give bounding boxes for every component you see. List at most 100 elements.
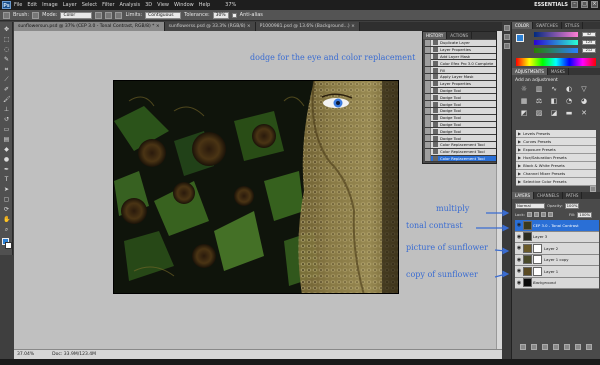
tab-paths[interactable]: PATHS bbox=[563, 192, 583, 199]
adjustment-preset-item[interactable]: ▶ Selective Color Presets bbox=[516, 178, 596, 186]
layer-row[interactable]: ◉ Layer 1 copy bbox=[515, 254, 599, 266]
layer-name[interactable]: Layer 2 bbox=[544, 246, 558, 251]
history-brush-source-icon[interactable] bbox=[425, 121, 431, 128]
menu-image[interactable]: Image bbox=[42, 2, 58, 8]
link-layers-icon[interactable] bbox=[520, 344, 526, 350]
history-brush-source-icon[interactable] bbox=[425, 73, 431, 80]
layer-name[interactable]: Background bbox=[533, 280, 556, 285]
color-balance-icon[interactable]: ⚖ bbox=[535, 97, 543, 105]
history-brush-source-icon[interactable] bbox=[425, 135, 431, 142]
history-state[interactable]: Color Replacement Tool bbox=[425, 141, 496, 149]
brush-tool-icon[interactable]: 🖌 bbox=[3, 96, 11, 103]
layer-thumbnail[interactable] bbox=[523, 255, 532, 265]
hand-tool-icon[interactable]: ✋ bbox=[3, 216, 10, 223]
history-brush-source-icon[interactable] bbox=[425, 60, 431, 67]
layer-name[interactable]: Layer 3 bbox=[533, 234, 547, 239]
eraser-tool-icon[interactable]: ▭ bbox=[3, 126, 10, 133]
history-state[interactable]: Color Efex Pro 3.0 Complete bbox=[425, 60, 496, 68]
history-brush-source-icon[interactable] bbox=[425, 46, 431, 53]
history-brush-source-icon[interactable] bbox=[425, 155, 431, 162]
expand-triangle-icon[interactable]: ▶ bbox=[518, 155, 521, 160]
quick-select-tool-icon[interactable]: ✎ bbox=[3, 56, 10, 63]
photo-filter-icon[interactable]: ◔ bbox=[565, 97, 573, 105]
menu-filter[interactable]: Filter bbox=[102, 2, 114, 8]
history-brush-tool-icon[interactable]: ↺ bbox=[3, 116, 10, 123]
layer-thumbnail[interactable] bbox=[523, 220, 532, 230]
history-brush-source-icon[interactable] bbox=[425, 80, 431, 87]
crop-tool-icon[interactable]: ⌗ bbox=[3, 66, 10, 73]
history-state[interactable]: Apply Layer Mask bbox=[425, 73, 496, 81]
expand-triangle-icon[interactable]: ▶ bbox=[518, 171, 521, 176]
expand-triangle-icon[interactable]: ▶ bbox=[518, 147, 521, 152]
expand-triangle-icon[interactable]: ▶ bbox=[518, 139, 521, 144]
path-select-tool-icon[interactable]: ➤ bbox=[3, 186, 10, 193]
workspace-switcher[interactable]: ESSENTIALS bbox=[534, 2, 568, 8]
adjustment-preset-item[interactable]: ▶ Black & White Presets bbox=[516, 162, 596, 170]
marquee-tool-icon[interactable]: ⬚ bbox=[3, 36, 10, 43]
layer-row[interactable]: ◉ CEP 3.0 - Tonal Contrast bbox=[515, 220, 599, 232]
gradient-map-icon[interactable]: ▬ bbox=[565, 109, 573, 117]
layer-row[interactable]: ◉ Layer 3 bbox=[515, 231, 599, 243]
history-brush-source-icon[interactable] bbox=[425, 148, 431, 155]
tool-preset-icon[interactable] bbox=[3, 11, 10, 19]
layer-mask-thumbnail[interactable] bbox=[533, 243, 542, 253]
tab-layers[interactable]: LAYERS bbox=[512, 192, 535, 199]
tab-p1000981[interactable]: P1000981.psd @ 13.6% (Background...) × bbox=[255, 22, 360, 31]
red-slider[interactable] bbox=[534, 32, 578, 37]
zoom-level-menu[interactable]: 37% bbox=[225, 2, 236, 8]
history-state[interactable]: Color Replacement Tool bbox=[425, 155, 496, 163]
history-brush-source-icon[interactable] bbox=[425, 114, 431, 121]
layer-row[interactable]: ◉ Layer 1 bbox=[515, 266, 599, 278]
new-layer-icon[interactable] bbox=[575, 344, 581, 350]
history-state[interactable]: Fill bbox=[425, 67, 496, 74]
adjustment-preset-item[interactable]: ▶ Channel Mixer Presets bbox=[516, 170, 596, 178]
hue-saturation-icon[interactable]: ▦ bbox=[520, 97, 528, 105]
expand-triangle-icon[interactable]: ▶ bbox=[518, 163, 521, 168]
3d-rotate-tool-icon[interactable]: ⟳ bbox=[3, 206, 10, 213]
tab-close-icon[interactable]: × bbox=[156, 24, 160, 29]
maximize-icon[interactable]: □ bbox=[581, 1, 588, 8]
layer-name[interactable]: Layer 1 bbox=[544, 269, 558, 274]
layer-thumbnail[interactable] bbox=[523, 278, 532, 288]
menu-window[interactable]: Window bbox=[174, 2, 194, 8]
history-brush-source-icon[interactable] bbox=[425, 107, 431, 114]
tab-close-icon[interactable]: × bbox=[351, 24, 355, 29]
antialias-checkbox[interactable] bbox=[231, 12, 237, 18]
history-panel-icon[interactable] bbox=[503, 25, 510, 31]
visibility-eye-icon[interactable]: ◉ bbox=[516, 222, 522, 228]
dodge-tool-icon[interactable]: ● bbox=[3, 156, 10, 163]
tolerance-input[interactable]: 30% bbox=[212, 11, 229, 19]
lock-position-icon[interactable] bbox=[540, 212, 546, 217]
color-spectrum-bar[interactable] bbox=[516, 58, 596, 66]
history-state[interactable]: Add Layer Mask bbox=[425, 53, 496, 61]
menu-view[interactable]: View bbox=[157, 2, 169, 8]
visibility-eye-icon[interactable]: ◉ bbox=[516, 280, 522, 286]
sampling-once-icon[interactable] bbox=[105, 11, 113, 19]
menu-analysis[interactable]: Analysis bbox=[120, 2, 141, 8]
brush-picker[interactable] bbox=[32, 11, 40, 19]
blue-value[interactable]: 212 bbox=[582, 48, 596, 53]
lock-transparency-icon[interactable] bbox=[526, 212, 532, 217]
zoom-tool-icon[interactable]: ⌕ bbox=[3, 226, 10, 233]
visibility-eye-icon[interactable]: ◉ bbox=[516, 234, 522, 240]
visibility-eye-icon[interactable]: ◉ bbox=[516, 245, 522, 251]
menu-3d[interactable]: 3D bbox=[145, 2, 152, 8]
history-brush-source-icon[interactable] bbox=[425, 141, 431, 148]
brightness-contrast-icon[interactable]: ☼ bbox=[520, 85, 528, 93]
adjustment-preset-item[interactable]: ▶ Exposure Presets bbox=[516, 146, 596, 154]
expand-triangle-icon[interactable]: ▶ bbox=[518, 131, 521, 136]
history-brush-source-icon[interactable] bbox=[425, 53, 431, 60]
vibrance-icon[interactable]: ▽ bbox=[580, 85, 588, 93]
visibility-eye-icon[interactable]: ◉ bbox=[516, 268, 522, 274]
actions-panel-icon[interactable] bbox=[503, 34, 510, 40]
levels-icon[interactable]: ▥ bbox=[535, 85, 543, 93]
history-brush-source-icon[interactable] bbox=[425, 39, 431, 46]
move-tool-icon[interactable]: ✥ bbox=[3, 26, 10, 33]
history-state[interactable]: Dodge Tool bbox=[425, 121, 496, 129]
history-state[interactable]: Layer Properties bbox=[425, 46, 496, 54]
layer-name[interactable]: Layer 1 copy bbox=[544, 257, 568, 262]
layer-thumbnail[interactable] bbox=[523, 232, 532, 242]
menu-select[interactable]: Select bbox=[82, 2, 97, 8]
close-icon[interactable]: × bbox=[591, 1, 598, 8]
invert-icon[interactable]: ◩ bbox=[520, 109, 528, 117]
